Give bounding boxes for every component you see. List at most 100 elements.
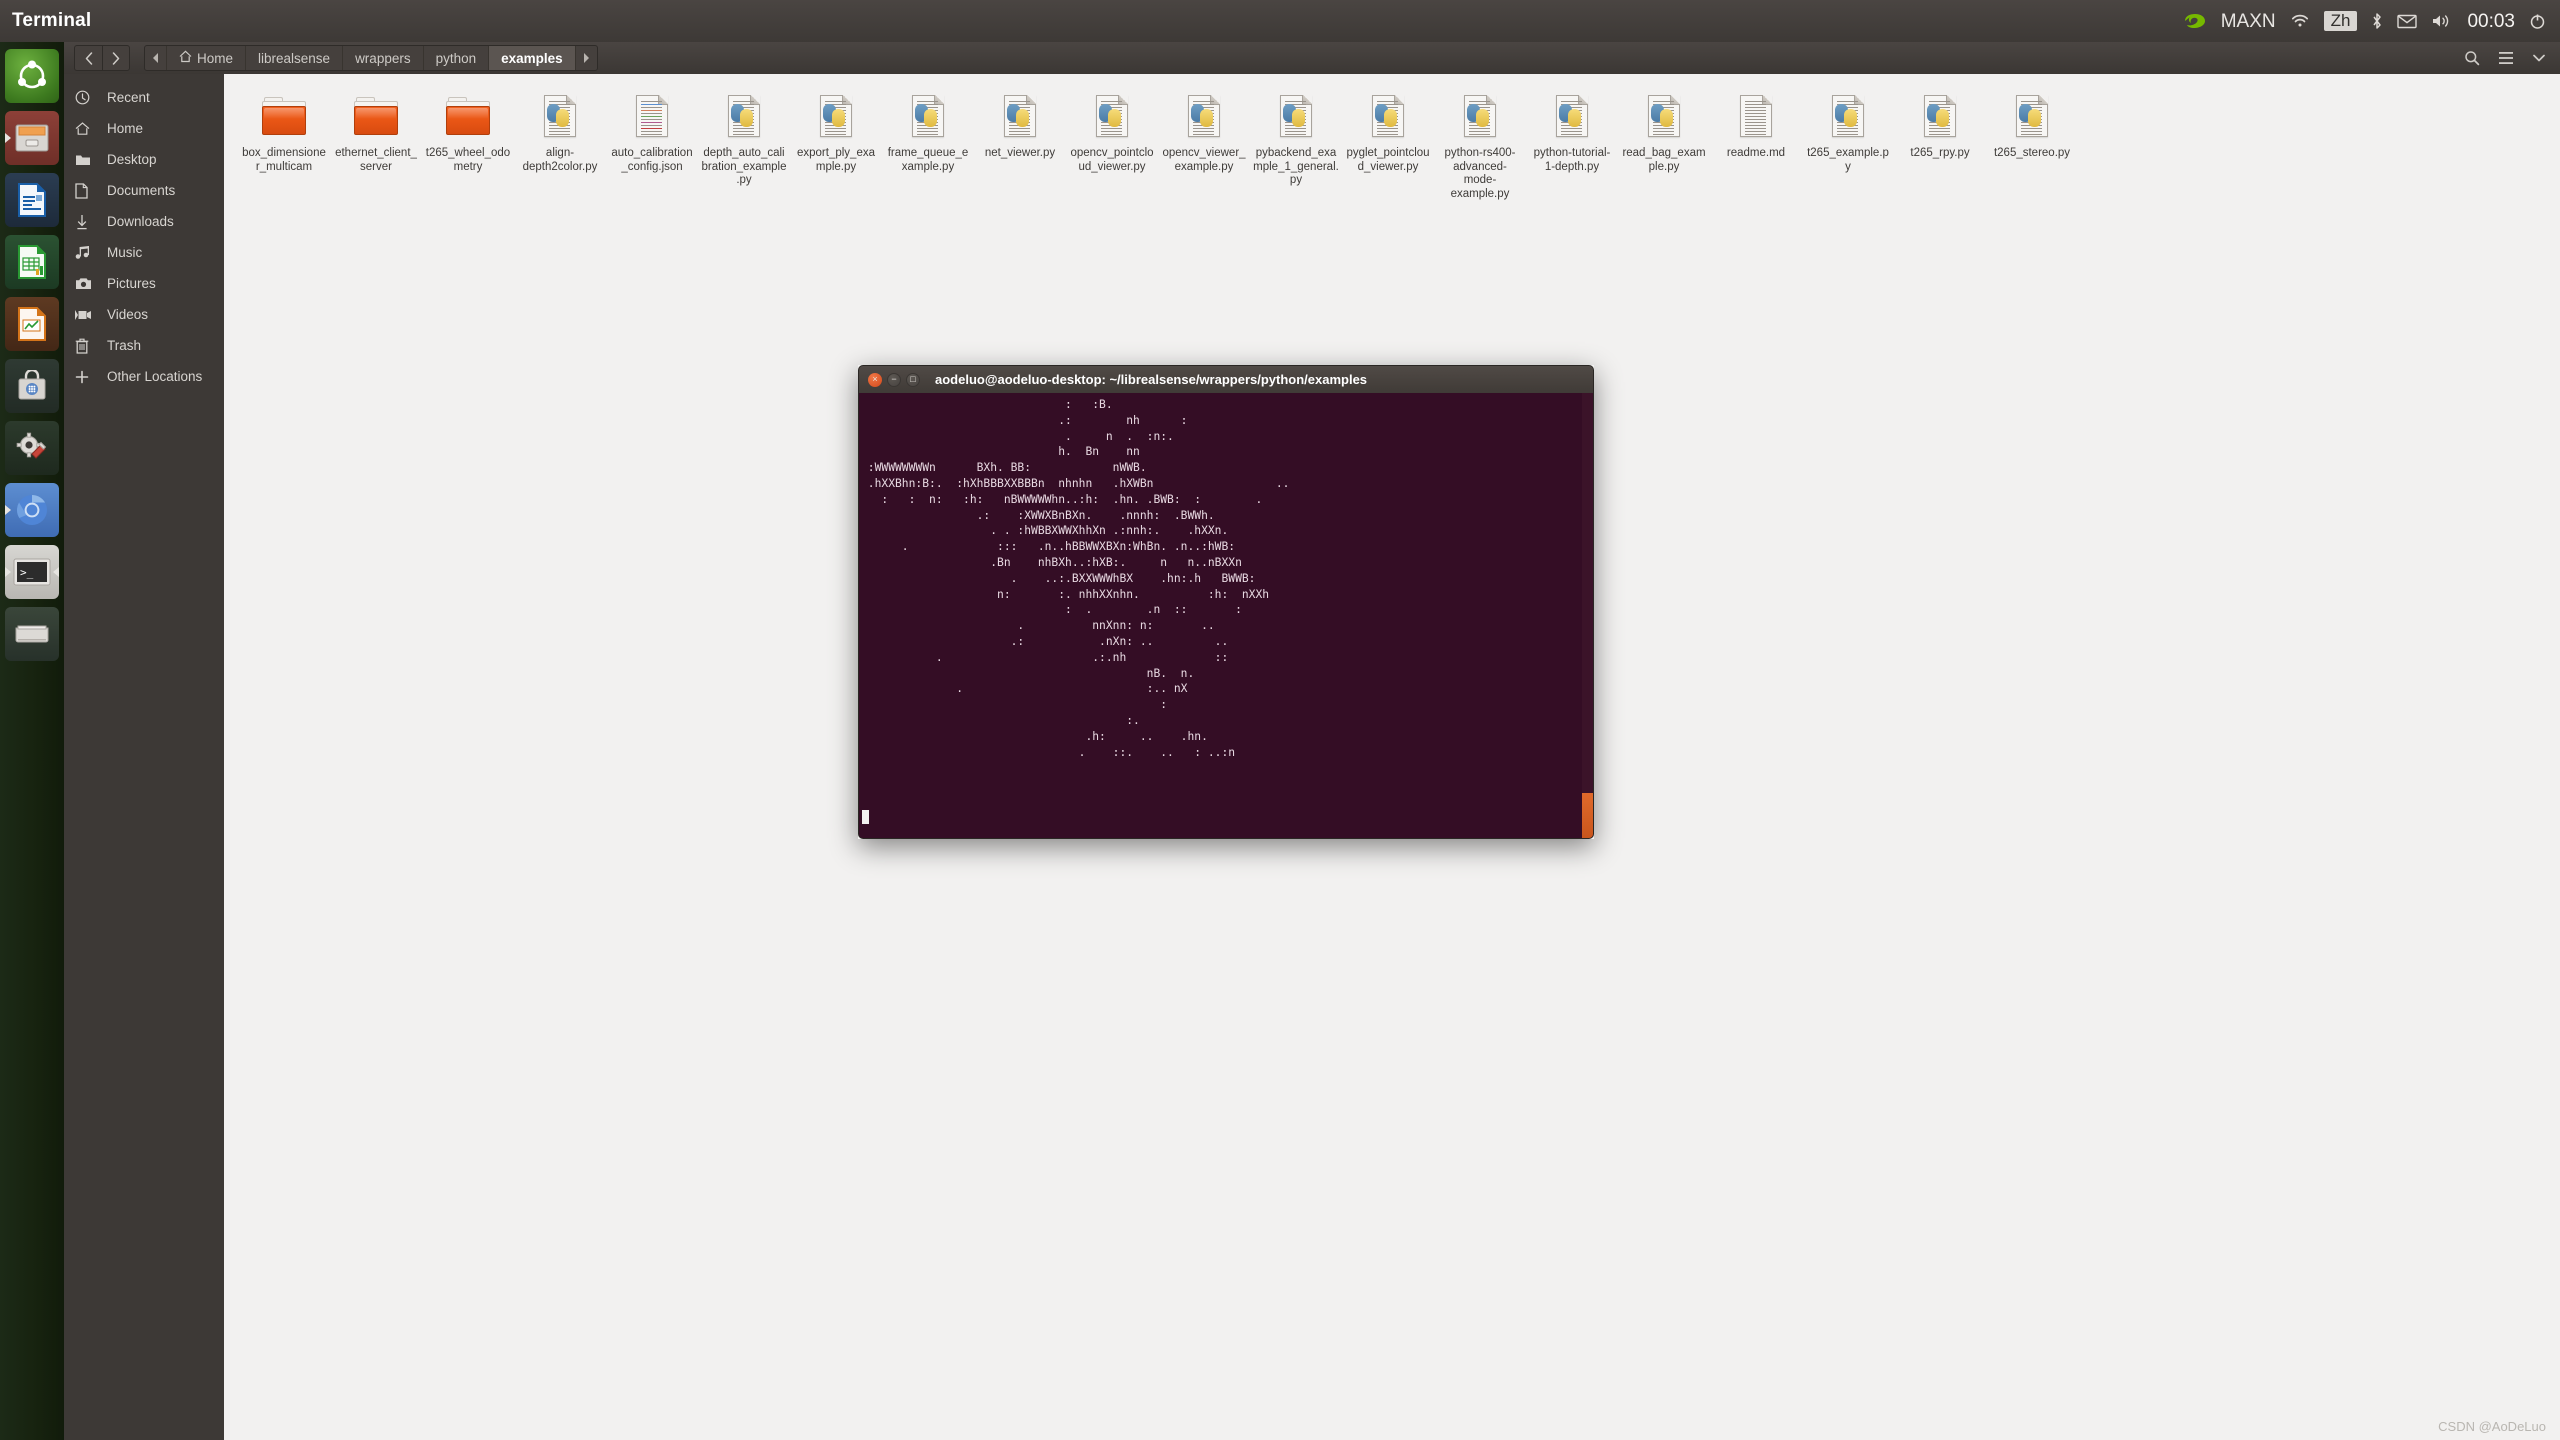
- python-file-icon: [1548, 93, 1596, 141]
- file-item[interactable]: pyglet_pointcloud_viewer.py: [1342, 88, 1434, 206]
- minimize-button[interactable]: −: [887, 372, 901, 387]
- terminal-titlebar[interactable]: × − □ aodeluo@aodeluo-desktop: ~/libreal…: [858, 365, 1594, 393]
- launcher-item-libreoffice-calc[interactable]: [5, 235, 59, 289]
- close-button[interactable]: ×: [868, 372, 882, 387]
- file-item[interactable]: t265_rpy.py: [1894, 88, 1986, 206]
- nvidia-icon[interactable]: [2183, 13, 2207, 29]
- json-file-icon: [628, 93, 676, 141]
- mail-icon[interactable]: [2397, 14, 2418, 29]
- maximize-button[interactable]: □: [906, 372, 920, 387]
- header-actions: [2464, 50, 2550, 66]
- bluetooth-icon[interactable]: [2371, 12, 2383, 30]
- running-indicator: [5, 505, 11, 515]
- launcher-item-disk[interactable]: [5, 607, 59, 661]
- breadcrumb-item-librealsense[interactable]: librealsense: [246, 46, 344, 70]
- file-item[interactable]: opencv_pointcloud_viewer.py: [1066, 88, 1158, 206]
- python-file-icon: [1916, 93, 1964, 141]
- sidebar-item-label: Documents: [107, 183, 176, 198]
- file-item[interactable]: export_ply_example.py: [790, 88, 882, 206]
- sidebar-item-pictures[interactable]: Pictures: [64, 268, 224, 299]
- sidebar-item-other-locations[interactable]: Other Locations: [64, 361, 224, 392]
- breadcrumb-label: examples: [501, 50, 563, 66]
- clock[interactable]: 00:03: [2467, 12, 2515, 31]
- wifi-icon[interactable]: [2290, 13, 2310, 29]
- file-item[interactable]: read_bag_example.py: [1618, 88, 1710, 206]
- breadcrumb-label: wrappers: [355, 50, 411, 66]
- terminal-body[interactable]: : :B. .: nh : . n . :n:. h. Bn nn :WWWWW…: [858, 393, 1594, 839]
- back-button[interactable]: [74, 45, 102, 71]
- terminal-scrollbar[interactable]: [1582, 393, 1593, 838]
- file-manager-header: Home librealsense wrappers python exampl…: [64, 42, 2560, 74]
- sidebar-item-downloads[interactable]: Downloads: [64, 206, 224, 237]
- file-item[interactable]: python-rs400-advanced-mode-example.py: [1434, 88, 1526, 206]
- menu-icon[interactable]: [2532, 51, 2546, 65]
- running-indicator: [5, 567, 11, 577]
- sidebar-item-music[interactable]: Music: [64, 237, 224, 268]
- launcher-item-files[interactable]: [5, 111, 59, 165]
- launcher-item-libreoffice-impress[interactable]: [5, 297, 59, 351]
- launcher-item-ubuntu-dash[interactable]: [5, 49, 59, 103]
- sidebar-item-label: Pictures: [107, 276, 156, 291]
- file-item[interactable]: auto_calibration_config.json: [606, 88, 698, 206]
- python-file-icon: [1364, 93, 1412, 141]
- breadcrumb-prev-arrow[interactable]: [145, 46, 167, 70]
- download-icon: [75, 214, 97, 230]
- home-icon: [179, 50, 192, 66]
- python-file-icon: [1088, 93, 1136, 141]
- music-icon: [75, 245, 97, 260]
- power-mode-label[interactable]: MAXN: [2221, 12, 2276, 31]
- sidebar-item-videos[interactable]: Videos: [64, 299, 224, 330]
- input-method-indicator[interactable]: Zh: [2323, 11, 2358, 31]
- file-name-label: python-tutorial-1-depth.py: [1533, 147, 1611, 173]
- launcher-item-chromium[interactable]: [5, 483, 59, 537]
- file-item[interactable]: pybackend_example_1_general.py: [1250, 88, 1342, 206]
- terminal-scrollbar-thumb[interactable]: [1582, 793, 1593, 838]
- file-item[interactable]: frame_queue_example.py: [882, 88, 974, 206]
- file-name-label: net_viewer.py: [984, 147, 1056, 159]
- breadcrumb-item-examples[interactable]: examples: [489, 46, 576, 70]
- launcher-item-libreoffice-writer[interactable]: [5, 173, 59, 227]
- file-name-label: pybackend_example_1_general.py: [1253, 147, 1339, 186]
- file-item[interactable]: ethernet_client_server: [330, 88, 422, 206]
- breadcrumb-next-arrow[interactable]: [576, 46, 597, 70]
- breadcrumb-item-wrappers[interactable]: wrappers: [343, 46, 424, 70]
- breadcrumb-item-python[interactable]: python: [424, 46, 490, 70]
- python-file-icon: [904, 93, 952, 141]
- file-item[interactable]: t265_stereo.py: [1986, 88, 2078, 206]
- trash-icon: [75, 338, 97, 354]
- file-item[interactable]: net_viewer.py: [974, 88, 1066, 206]
- launcher-item-system-settings[interactable]: [5, 421, 59, 475]
- terminal-window[interactable]: × − □ aodeluo@aodeluo-desktop: ~/libreal…: [858, 365, 1594, 839]
- launcher-item-software-center[interactable]: [5, 359, 59, 413]
- file-item[interactable]: python-tutorial-1-depth.py: [1526, 88, 1618, 206]
- view-options-icon[interactable]: [2498, 50, 2514, 66]
- forward-button[interactable]: [102, 45, 130, 71]
- file-item[interactable]: readme.md: [1710, 88, 1802, 206]
- file-item[interactable]: opencv_viewer_example.py: [1158, 88, 1250, 206]
- launcher-item-terminal[interactable]: >_: [5, 545, 59, 599]
- python-file-icon: [1640, 93, 1688, 141]
- panel-app-title[interactable]: Terminal: [12, 10, 91, 32]
- sidebar-item-home[interactable]: Home: [64, 113, 224, 144]
- sidebar-item-desktop[interactable]: Desktop: [64, 144, 224, 175]
- watermark: CSDN @AoDeLuo: [2438, 1419, 2546, 1434]
- python-file-icon: [1824, 93, 1872, 141]
- breadcrumb-item-home[interactable]: Home: [167, 46, 247, 70]
- file-item[interactable]: t265_wheel_odometry: [422, 88, 514, 206]
- file-item[interactable]: depth_auto_calibration_example.py: [698, 88, 790, 206]
- sidebar-item-recent[interactable]: Recent: [64, 82, 224, 113]
- file-item[interactable]: align-depth2color.py: [514, 88, 606, 206]
- text-file-icon: [1732, 93, 1780, 141]
- file-name-label: auto_calibration_config.json: [611, 147, 693, 173]
- sidebar-item-trash[interactable]: Trash: [64, 330, 224, 361]
- folder-icon: [352, 93, 400, 141]
- python-file-icon: [536, 93, 584, 141]
- file-item[interactable]: t265_example.py: [1802, 88, 1894, 206]
- power-icon[interactable]: [2529, 13, 2546, 30]
- sidebar-item-label: Home: [107, 121, 144, 136]
- volume-icon[interactable]: [2431, 13, 2453, 29]
- sidebar-item-documents[interactable]: Documents: [64, 175, 224, 206]
- file-item[interactable]: box_dimensioner_multicam: [238, 88, 330, 206]
- search-icon[interactable]: [2464, 50, 2480, 66]
- sidebar-item-label: Recent: [107, 90, 150, 105]
